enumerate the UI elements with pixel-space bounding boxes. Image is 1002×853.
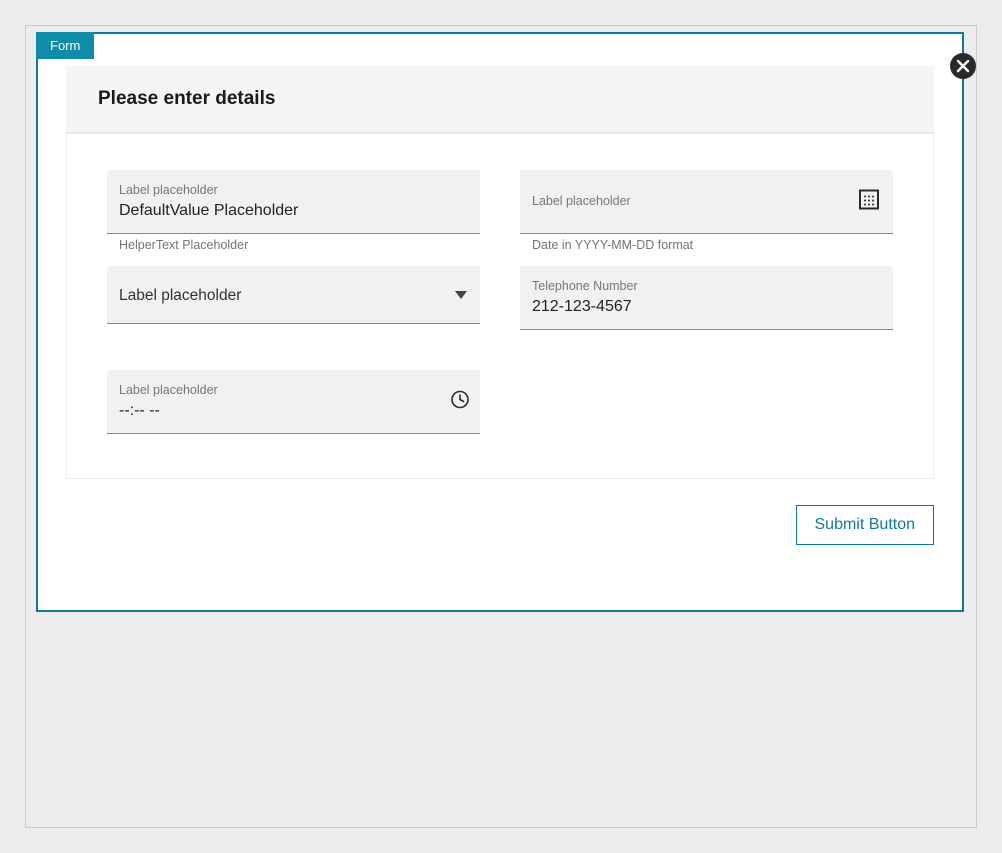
form-header: Please enter details (66, 66, 934, 133)
clock-icon[interactable] (450, 389, 470, 414)
form-panel: Form Please enter details (36, 32, 964, 612)
text-input[interactable]: Label placeholder DefaultValue Placehold… (107, 170, 480, 234)
time-input-label: Label placeholder (119, 383, 468, 397)
close-icon (949, 67, 977, 84)
text-input-value: DefaultValue Placeholder (119, 200, 468, 222)
field-block-date: Label placeholder Da (520, 170, 893, 252)
telephone-input-value: 212-123-4567 (532, 296, 881, 318)
text-input-label: Label placeholder (119, 183, 468, 197)
text-input-helper: HelperText Placeholder (107, 234, 480, 252)
telephone-input[interactable]: Telephone Number 212-123-4567 (520, 266, 893, 330)
calendar-icon[interactable] (857, 187, 881, 216)
fields-card: Label placeholder DefaultValue Placehold… (66, 133, 934, 479)
submit-button[interactable]: Submit Button (796, 505, 935, 545)
date-input-label: Label placeholder (532, 194, 881, 208)
telephone-input-label: Telephone Number (532, 279, 881, 293)
empty-cell (520, 344, 893, 434)
close-button[interactable] (949, 52, 977, 80)
form-title: Please enter details (98, 88, 902, 110)
field-block-time: Label placeholder --:-- -- (107, 370, 480, 434)
field-block-tel: Telephone Number 212-123-4567 (520, 266, 893, 330)
fields-grid: Label placeholder DefaultValue Placehold… (107, 170, 893, 434)
select-input-label: Label placeholder (119, 287, 241, 305)
field-block-text: Label placeholder DefaultValue Placehold… (107, 170, 480, 252)
form-tab[interactable]: Form (36, 32, 94, 59)
submit-button-label: Submit Button (815, 516, 916, 533)
select-input[interactable]: Label placeholder (107, 266, 480, 324)
date-input-helper: Date in YYYY-MM-DD format (520, 234, 893, 252)
date-input[interactable]: Label placeholder (520, 170, 893, 234)
chevron-down-icon (454, 287, 468, 305)
form-body: Please enter details Label placeholder D… (38, 34, 962, 567)
page-background: Form Please enter details (25, 25, 977, 828)
field-block-select: Label placeholder (107, 266, 480, 330)
button-row: Submit Button (66, 505, 934, 545)
time-input-value: --:-- -- (119, 400, 468, 422)
time-input[interactable]: Label placeholder --:-- -- (107, 370, 480, 434)
form-tab-label: Form (50, 38, 80, 53)
